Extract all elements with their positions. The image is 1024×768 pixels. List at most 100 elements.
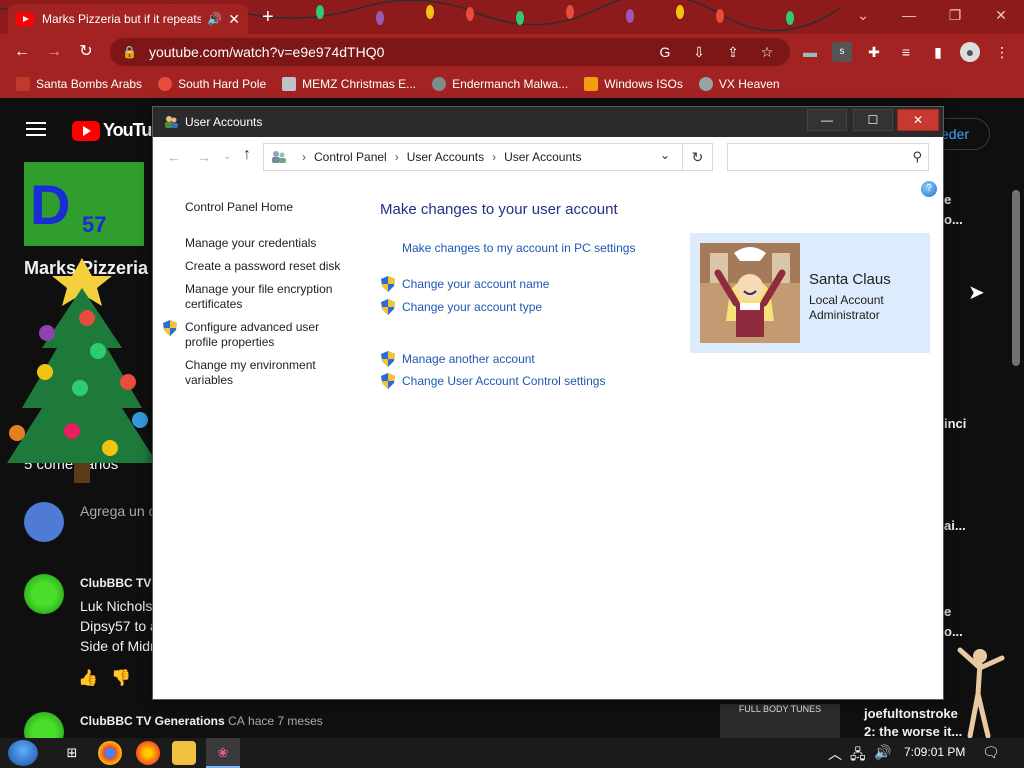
url-text: youtube.com/watch?v=e9e974dTHQ0 — [148, 44, 385, 60]
minimize-icon[interactable]: — — [886, 0, 932, 30]
hamburger-menu-icon[interactable] — [26, 122, 46, 136]
suggestion-snippet: inci — [944, 416, 967, 431]
active-taskbar-app[interactable]: ❀ — [206, 738, 240, 768]
up-arrow-icon[interactable]: ↑ — [243, 146, 251, 164]
avatar[interactable] — [700, 243, 800, 343]
start-button[interactable] — [8, 740, 38, 766]
notification-icon[interactable]: 🗨 — [982, 744, 1000, 761]
suggestion-title[interactable]: joefultonstroke — [864, 706, 958, 721]
configure-advanced-profile-link[interactable]: Configure advanced user profile properti… — [185, 320, 355, 350]
change-account-name-link[interactable]: Change your account name — [402, 277, 549, 291]
breadcrumb-item-control-panel[interactable]: Control Panel — [314, 150, 387, 164]
thumbs-down-icon[interactable]: 👎 — [111, 670, 131, 687]
refresh-button[interactable]: ↻ — [683, 143, 713, 171]
google-icon[interactable]: G — [654, 44, 676, 60]
add-comment-input[interactable]: Agrega un c — [80, 503, 156, 519]
breadcrumb-item-user-accounts-current[interactable]: User Accounts — [504, 150, 581, 164]
address-bar[interactable]: 🔒 youtube.com/watch?v=e9e974dTHQ0 G ⇩ ⇪ … — [110, 38, 790, 66]
page-title: Make changes to your user account — [380, 201, 618, 218]
chrome-icon[interactable] — [98, 741, 122, 765]
account-role: Administrator — [809, 308, 880, 322]
file-explorer-icon[interactable] — [172, 741, 196, 765]
back-arrow-icon[interactable]: ← — [167, 149, 181, 165]
tab-search-chevron-icon[interactable]: ⌄ — [840, 0, 886, 30]
channel-thumbnail[interactable]: D 57 — [24, 162, 144, 246]
youtube-logo[interactable]: YouTub — [72, 120, 162, 141]
bookmark-item[interactable]: VX Heaven — [698, 77, 780, 91]
task-view-icon[interactable]: ⊞ — [60, 741, 84, 765]
page-scrollbar[interactable] — [1012, 190, 1020, 366]
youtube-play-icon — [72, 120, 100, 141]
comment-line: Luk Nichols — [80, 598, 153, 614]
tab-close-icon[interactable]: ✕ — [228, 11, 240, 28]
youtube-favicon-icon — [16, 12, 34, 26]
avatar[interactable] — [24, 574, 64, 614]
control-panel-icon — [272, 151, 286, 163]
comment-line: Side of Midn — [80, 638, 158, 654]
breadcrumb-item-user-accounts[interactable]: User Accounts — [407, 150, 484, 164]
help-icon[interactable]: ? — [921, 181, 937, 197]
comment-author[interactable]: ClubBBC TV Generations — [80, 714, 225, 728]
bookmark-item[interactable]: Windows ISOs — [584, 77, 683, 91]
extension-s-icon[interactable]: s — [832, 42, 852, 62]
change-environment-variables-link[interactable]: Change my environment variables — [185, 358, 355, 388]
tray-chevron-up-icon[interactable]: ︿ — [828, 744, 842, 764]
comment-author[interactable]: ClubBBC TV — [80, 576, 151, 590]
bookmark-item[interactable]: Santa Bombs Arabs — [16, 77, 142, 91]
minimize-button[interactable]: — — [807, 109, 847, 131]
search-icon: ⚲ — [912, 149, 922, 164]
firefox-icon[interactable] — [136, 741, 160, 765]
taskbar: ⊞ ❀ ︿ 🖧 🔊 7:09:01 PM 🗨 — [0, 738, 1024, 768]
network-icon[interactable]: 🖧 — [850, 744, 866, 768]
window-titlebar[interactable]: User Accounts — ☐ ✕ — [153, 107, 943, 137]
manage-credentials-link[interactable]: Manage your credentials — [185, 236, 355, 251]
menu-kebab-icon[interactable]: ⋮ — [992, 42, 1012, 62]
close-window-icon[interactable]: ✕ — [978, 0, 1024, 30]
clock[interactable]: 7:09:01 PM — [904, 745, 965, 759]
breadcrumb-separator-icon: › — [394, 150, 399, 164]
extension-flag-icon[interactable]: ▬ — [800, 42, 820, 62]
media-queue-icon[interactable]: ≡ — [896, 42, 916, 62]
maximize-button[interactable]: ☐ — [853, 109, 893, 131]
profile-avatar-icon[interactable]: ● — [960, 42, 980, 62]
manage-another-account-link[interactable]: Manage another account — [402, 352, 535, 366]
forward-arrow-icon[interactable]: → — [197, 149, 211, 165]
puzzle-extensions-icon[interactable]: ✚ — [864, 42, 884, 62]
uac-shield-icon — [163, 320, 177, 336]
thumbs-up-icon[interactable]: 👍 — [78, 670, 98, 687]
share-icon[interactable]: ⇪ — [722, 44, 744, 61]
recent-locations-chevron-icon[interactable]: ⌄ — [223, 151, 231, 162]
breadcrumb[interactable]: › Control Panel › User Accounts › User A… — [263, 143, 683, 171]
reload-icon[interactable]: ↻ — [76, 42, 96, 62]
bookmark-item[interactable]: Endermanch Malwa... — [432, 77, 568, 91]
new-tab-button[interactable]: + — [262, 6, 274, 29]
uac-shield-icon — [381, 373, 395, 389]
close-button[interactable]: ✕ — [897, 109, 939, 131]
manage-file-encryption-link[interactable]: Manage your file encryption certificates — [185, 282, 355, 312]
explorer-address-bar: ← → ⌄ ↑ › Control Panel › User Accounts … — [155, 143, 941, 171]
lock-icon[interactable]: 🔒 — [122, 45, 137, 59]
uac-settings-link[interactable]: Change User Account Control settings — [402, 374, 605, 388]
skull-icon — [432, 77, 447, 91]
forward-arrow-icon[interactable]: → — [44, 42, 64, 62]
audio-playing-icon[interactable]: 🔊 — [207, 12, 222, 26]
suggestion-snippet: e — [944, 604, 952, 619]
bookmark-star-icon[interactable]: ☆ — [756, 44, 778, 61]
back-arrow-icon[interactable]: ← — [12, 42, 32, 62]
restore-icon[interactable]: ❐ — [932, 0, 978, 30]
search-input[interactable]: ⚲ — [727, 143, 929, 171]
avatar — [24, 502, 64, 542]
christmas-tree-decoration — [7, 258, 157, 483]
create-password-reset-disk-link[interactable]: Create a password reset disk — [185, 259, 355, 274]
pc-settings-link[interactable]: Make changes to my account in PC setting… — [402, 241, 635, 255]
install-app-icon[interactable]: ⇩ — [688, 44, 710, 61]
bookmark-item[interactable]: South Hard Pole — [158, 77, 266, 91]
user-accounts-taskbar-icon: ❀ — [217, 745, 229, 760]
volume-icon[interactable]: 🔊 — [874, 744, 891, 761]
bookmark-item[interactable]: MEMZ Christmas E... — [282, 77, 416, 91]
side-panel-icon[interactable]: ▮ — [928, 42, 948, 62]
change-account-type-link[interactable]: Change your account type — [402, 300, 542, 314]
browser-tab-active[interactable]: Marks Pizzeria but if it repeats 🔊 ✕ — [8, 4, 248, 34]
address-dropdown-chevron-icon[interactable]: ⌄ — [660, 148, 670, 162]
control-panel-home-link[interactable]: Control Panel Home — [185, 200, 355, 215]
